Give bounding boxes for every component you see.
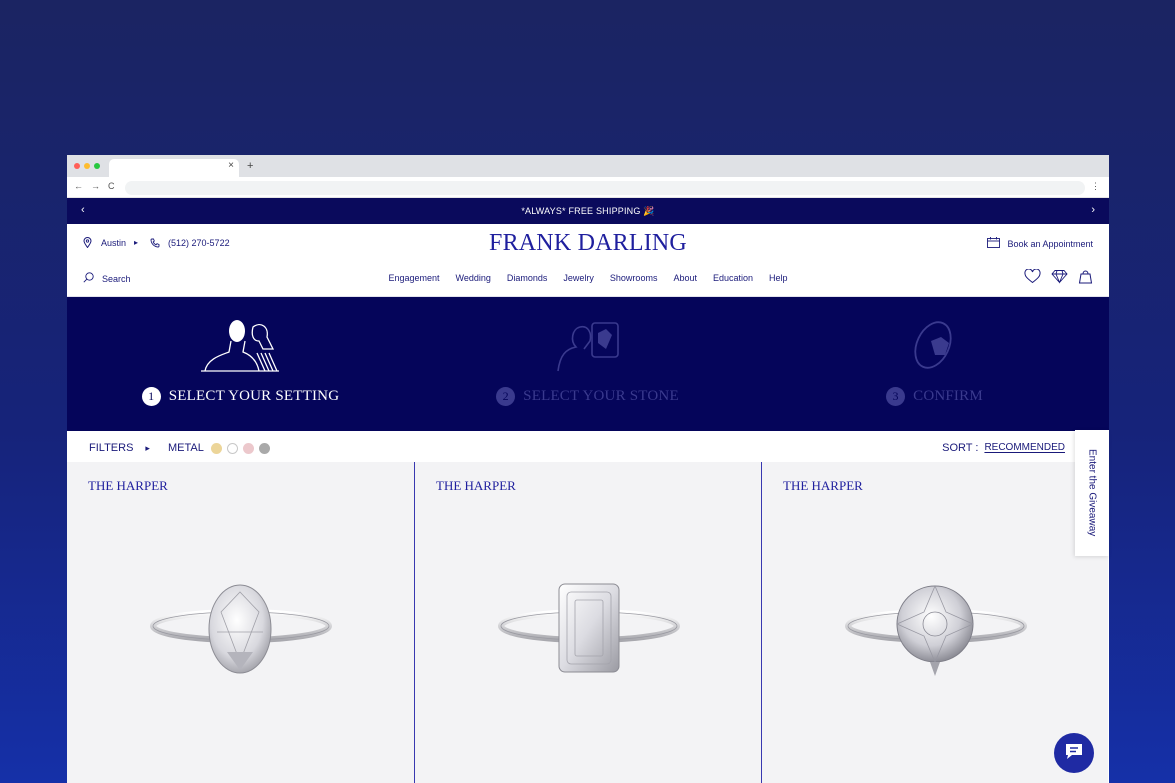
- book-appointment-label: Book an Appointment: [1007, 238, 1093, 249]
- promo-text: *ALWAYS* FREE SHIPPING 🎉: [521, 206, 655, 216]
- promo-prev-icon[interactable]: ‹: [81, 204, 85, 216]
- ring-illustration-icon: [895, 319, 975, 380]
- metal-swatch-white-gold[interactable]: [226, 442, 238, 454]
- step-label: SELECT YOUR SETTING: [168, 388, 340, 404]
- minimize-window-dot[interactable]: [84, 163, 90, 169]
- step-number: 2: [496, 387, 516, 406]
- round-ring-image[interactable]: [826, 582, 1046, 707]
- metal-swatch-rose-gold[interactable]: [242, 442, 254, 454]
- forward-icon[interactable]: →: [91, 181, 100, 191]
- back-icon[interactable]: ←: [74, 181, 83, 191]
- product-card[interactable]: THE HARPER: [761, 462, 1108, 783]
- browser-menu-icon[interactable]: ⋮: [1091, 181, 1100, 192]
- site-header: Austin ▸ (512) 270-5722 FRANK DARLING Bo…: [67, 224, 1109, 297]
- browser-tabbar: × +: [67, 155, 1109, 177]
- browser-toolbar: ← → C ⋮: [67, 177, 1109, 198]
- diamond-icon[interactable]: [1051, 269, 1068, 289]
- window-controls: [74, 163, 100, 169]
- nav-about[interactable]: About: [673, 273, 697, 283]
- new-tab-button[interactable]: +: [247, 160, 253, 172]
- step-number: 3: [886, 387, 906, 406]
- nav-education[interactable]: Education: [713, 273, 753, 283]
- nav-help[interactable]: Help: [769, 273, 788, 283]
- promo-bar: ‹ *ALWAYS* FREE SHIPPING 🎉 ›: [67, 198, 1109, 224]
- chat-button[interactable]: [1054, 733, 1094, 773]
- metal-swatch-yellow-gold[interactable]: [210, 442, 222, 454]
- sort-control[interactable]: SORT : RECOMMENDED: [942, 442, 1065, 454]
- nav-diamonds[interactable]: Diamonds: [507, 273, 548, 283]
- product-name[interactable]: THE HARPER: [783, 478, 863, 494]
- nav-wedding[interactable]: Wedding: [456, 273, 491, 283]
- builder-steps: 1 SELECT YOUR SETTING 2 SELECT YOUR STON…: [67, 297, 1109, 431]
- product-card[interactable]: THE HARPER: [414, 462, 761, 783]
- tab-close-icon[interactable]: ×: [228, 160, 234, 171]
- metal-swatch-platinum[interactable]: [258, 442, 270, 454]
- main-nav: Engagement Wedding Diamonds Jewelry Show…: [67, 273, 1109, 283]
- calendar-icon: [987, 237, 1001, 250]
- reload-icon[interactable]: C: [108, 181, 115, 191]
- metal-label: METAL: [167, 442, 204, 454]
- site-logo[interactable]: FRANK DARLING: [67, 230, 1109, 257]
- product-name[interactable]: THE HARPER: [436, 478, 516, 494]
- book-appointment-link[interactable]: Book an Appointment: [987, 237, 1093, 250]
- step-confirm[interactable]: 3 CONFIRM: [761, 297, 1108, 431]
- filters-toggle[interactable]: FILTERS: [89, 442, 133, 454]
- promo-next-icon[interactable]: ›: [1091, 204, 1095, 216]
- step-number: 1: [141, 387, 161, 406]
- stone-illustration-icon: [548, 319, 628, 380]
- address-bar[interactable]: [125, 181, 1085, 195]
- emerald-cut-ring-image[interactable]: [479, 582, 699, 707]
- oval-ring-image[interactable]: [131, 582, 351, 707]
- browser-window: × + ← → C ⋮ ‹ *ALWAYS* FREE SHIPPING 🎉 ›…: [67, 155, 1109, 783]
- filter-bar: FILTERS ▸ METAL SORT : RECOMMENDED: [67, 431, 1109, 465]
- sort-value[interactable]: RECOMMENDED: [984, 442, 1065, 454]
- step-label: CONFIRM: [913, 388, 983, 404]
- bag-icon[interactable]: [1078, 269, 1093, 289]
- filters-caret-icon[interactable]: ▸: [145, 443, 150, 454]
- sort-label: SORT :: [942, 442, 979, 454]
- step-label: SELECT YOUR STONE: [523, 388, 679, 404]
- setting-illustration-icon: [200, 319, 281, 380]
- heart-icon[interactable]: [1024, 268, 1041, 289]
- chat-icon: [1064, 742, 1084, 765]
- step-select-setting[interactable]: 1 SELECT YOUR SETTING: [67, 297, 414, 431]
- nav-engagement[interactable]: Engagement: [388, 273, 439, 283]
- giveaway-side-tab[interactable]: Enter the Giveaway: [1075, 430, 1109, 556]
- product-name[interactable]: THE HARPER: [88, 478, 168, 494]
- nav-jewelry[interactable]: Jewelry: [563, 273, 594, 283]
- product-grid: THE HARPER THE HARPER THE HARPER: [67, 462, 1109, 783]
- giveaway-label: Enter the Giveaway: [1086, 449, 1098, 537]
- close-window-dot[interactable]: [74, 163, 80, 169]
- browser-tab[interactable]: ×: [109, 159, 239, 177]
- product-card[interactable]: THE HARPER: [67, 462, 414, 783]
- step-select-stone[interactable]: 2 SELECT YOUR STONE: [414, 297, 761, 431]
- nav-showrooms[interactable]: Showrooms: [610, 273, 658, 283]
- maximize-window-dot[interactable]: [94, 163, 100, 169]
